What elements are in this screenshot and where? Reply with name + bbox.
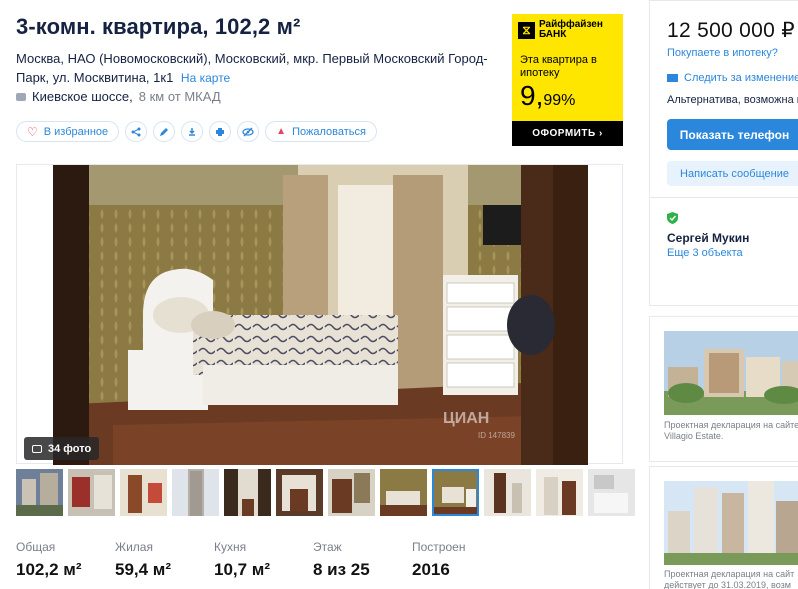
photo-count-badge[interactable]: 34 фото bbox=[24, 437, 100, 460]
fact-kitchen: Кухня 10,7 м² bbox=[214, 540, 271, 579]
share-button[interactable] bbox=[125, 121, 148, 142]
thumbnail[interactable] bbox=[536, 469, 583, 516]
fact-living: Жилая 59,4 м² bbox=[115, 540, 172, 579]
bank-ad-rate: 9,99% bbox=[520, 80, 576, 111]
bank-ad[interactable]: ⧖ Райффайзен БАНК Эта квартира в ипотеку… bbox=[512, 14, 623, 146]
camera-icon bbox=[32, 444, 42, 453]
highway-info: Киевское шоссе, 8 км от МКАД bbox=[16, 89, 221, 104]
mortgage-link[interactable]: Покупаете в ипотеку? bbox=[667, 47, 778, 59]
thumbnail[interactable] bbox=[380, 469, 427, 516]
photo-gallery[interactable]: ЦИАН ID 147839 34 фото bbox=[16, 164, 623, 465]
favorite-button[interactable]: ♡ В избранное bbox=[16, 121, 120, 142]
download-button[interactable] bbox=[181, 121, 204, 142]
share-icon bbox=[131, 127, 141, 136]
sidebar: 12 500 000 ₽ Покупаете в ипотеку? Следит… bbox=[649, 0, 798, 589]
thumbnail[interactable] bbox=[224, 469, 271, 516]
bank-ad-text: Эта квартира в ипотеку bbox=[520, 54, 597, 79]
bedroom-photo: ЦИАН ID 147839 bbox=[53, 165, 588, 465]
follow-price-link[interactable]: Следить за изменением bbox=[667, 72, 798, 84]
printer-icon bbox=[216, 127, 225, 136]
send-message-button[interactable]: Написать сообщение bbox=[667, 161, 798, 186]
thumbnail-active[interactable] bbox=[432, 469, 479, 516]
thumbnail[interactable] bbox=[16, 469, 63, 516]
hide-button[interactable] bbox=[237, 121, 260, 142]
agent-name[interactable]: Сергей Мукин bbox=[667, 231, 749, 245]
download-icon bbox=[189, 127, 196, 136]
complain-label: Пожаловаться bbox=[292, 125, 366, 138]
thumbnail[interactable] bbox=[172, 469, 219, 516]
ad-caption: Проектная декларация на сайт действует д… bbox=[664, 569, 795, 589]
address: Москва, НАО (Новомосковский), Московский… bbox=[16, 49, 496, 88]
mkad-distance: 8 км от МКАД bbox=[138, 89, 221, 104]
print-button[interactable] bbox=[209, 121, 232, 142]
thumbnail[interactable] bbox=[120, 469, 167, 516]
show-phone-button[interactable]: Показать телефон bbox=[667, 119, 798, 150]
car-icon bbox=[16, 92, 26, 101]
heart-icon: ♡ bbox=[27, 124, 38, 139]
main-photo[interactable]: ЦИАН ID 147839 bbox=[53, 165, 588, 465]
highway-name: Киевское шоссе, bbox=[32, 89, 133, 104]
bank-name-line2: БАНК bbox=[539, 29, 567, 40]
thumbnail[interactable] bbox=[588, 469, 635, 516]
bank-logo-icon: ⧖ bbox=[518, 21, 535, 39]
deal-type: Альтернатива, возможна ип bbox=[667, 94, 798, 106]
warning-icon: ▲ bbox=[276, 126, 287, 137]
main-column: 3-комн. квартира, 102,2 м² Москва, НАО (… bbox=[16, 0, 635, 589]
thumbnail[interactable] bbox=[328, 469, 375, 516]
ad-image bbox=[664, 331, 798, 415]
watermark: ЦИАН bbox=[443, 410, 489, 427]
edit-button[interactable] bbox=[153, 121, 176, 142]
thumbnail[interactable] bbox=[68, 469, 115, 516]
mail-icon bbox=[667, 74, 678, 82]
ad-card[interactable]: Проектная декларация на сайт действует д… bbox=[649, 466, 798, 589]
fact-total: Общая 102,2 м² bbox=[16, 540, 82, 579]
thumbnail-strip bbox=[16, 469, 635, 516]
address-text: Москва, НАО (Новомосковский), Московский… bbox=[16, 51, 488, 85]
ad-card[interactable]: Проектная декларация на сайте Villagio E… bbox=[649, 316, 798, 462]
price-card: 12 500 000 ₽ Покупаете в ипотеку? Следит… bbox=[649, 0, 798, 306]
thumbnail[interactable] bbox=[276, 469, 323, 516]
page-title: 3-комн. квартира, 102,2 м² bbox=[16, 14, 301, 39]
map-link[interactable]: На карте bbox=[181, 71, 230, 85]
bank-logo: ⧖ Райффайзен БАНК bbox=[518, 20, 603, 40]
eye-hidden-icon bbox=[242, 127, 254, 136]
photo-count: 34 фото bbox=[48, 442, 92, 455]
facts-row: Общая 102,2 м² Жилая 59,4 м² Кухня 10,7 … bbox=[16, 540, 511, 580]
complain-button[interactable]: ▲ Пожаловаться bbox=[265, 121, 377, 142]
favorite-label: В избранное bbox=[43, 125, 109, 138]
price: 12 500 000 ₽ bbox=[667, 19, 795, 42]
watermark-id: ID 147839 bbox=[478, 431, 515, 440]
verified-shield-icon bbox=[667, 212, 678, 224]
bank-ad-cta[interactable]: ОФОРМИТЬ › bbox=[512, 121, 623, 146]
agent-more-link[interactable]: Еще 3 объекта bbox=[667, 247, 743, 259]
fact-built: Построен 2016 bbox=[412, 540, 466, 579]
ad-image bbox=[664, 481, 798, 565]
thumbnail[interactable] bbox=[484, 469, 531, 516]
ad-caption: Проектная декларация на сайте Villagio E… bbox=[664, 420, 798, 441]
divider bbox=[650, 197, 798, 198]
action-bar: ♡ В избранное ▲ Пожаловаться bbox=[16, 121, 377, 142]
fact-floor: Этаж 8 из 25 bbox=[313, 540, 370, 579]
pencil-icon bbox=[160, 127, 169, 136]
